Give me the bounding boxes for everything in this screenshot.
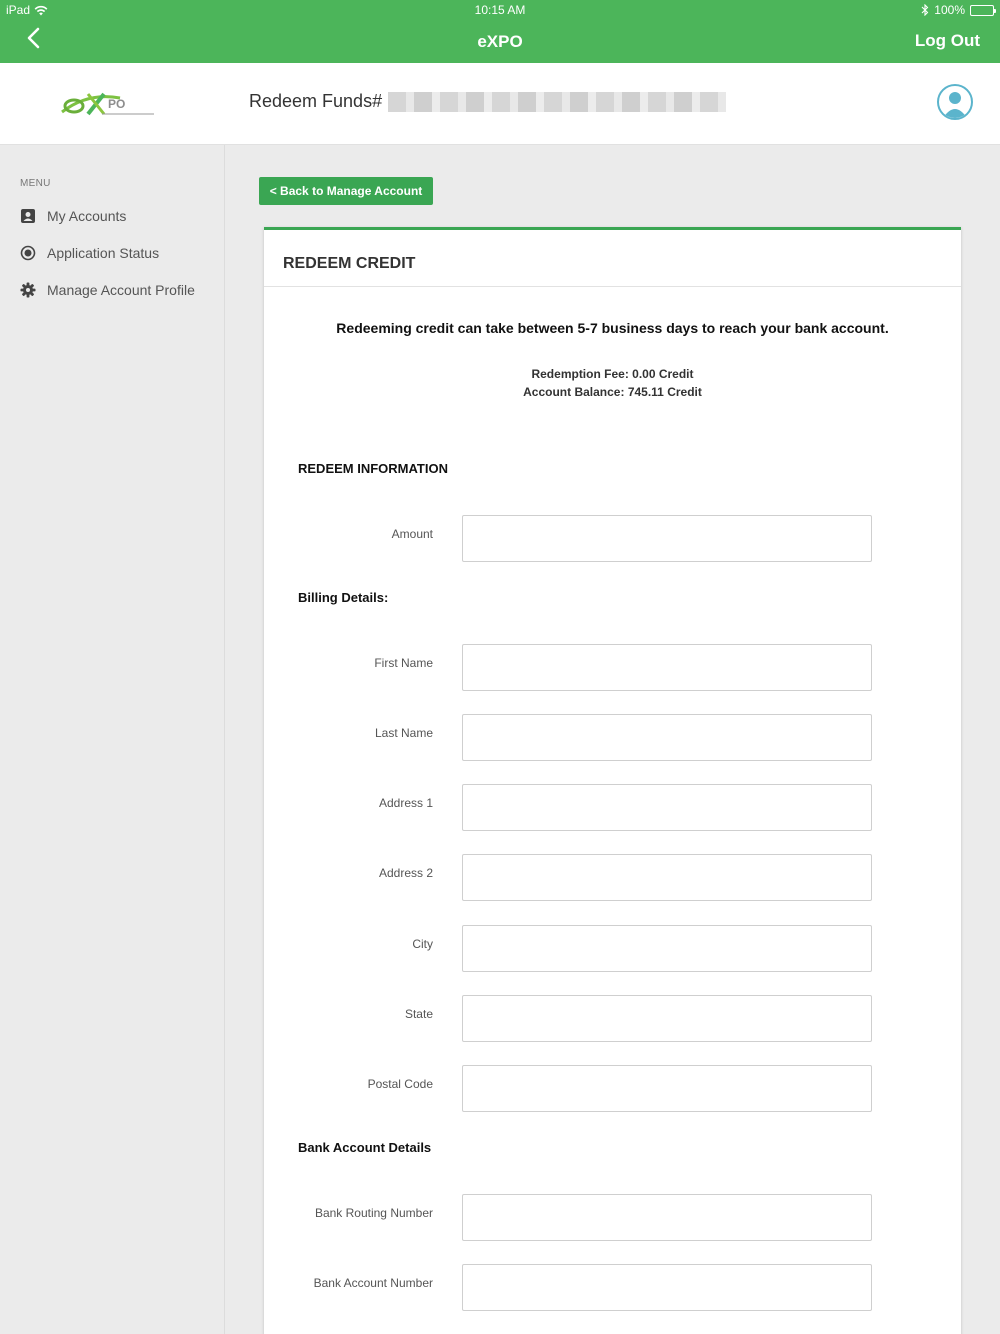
state-label: State (404, 1007, 433, 1021)
state-input[interactable] (462, 995, 872, 1042)
postal-code-input[interactable] (462, 1065, 872, 1112)
gear-icon (20, 282, 36, 298)
avatar[interactable] (937, 84, 973, 120)
sidebar-item-label: My Accounts (47, 208, 127, 224)
svg-text:PO: PO (108, 97, 125, 111)
card-title: REDEEM CREDIT (283, 255, 416, 272)
section-redeem-information: REDEEM INFORMATION (298, 461, 448, 476)
section-billing-details: Billing Details: (298, 590, 389, 605)
sidebar-item-application-status[interactable]: Application Status (20, 245, 159, 261)
nav-title: eXPO (477, 32, 523, 51)
page-title: Redeem Funds# (249, 91, 727, 112)
fee-summary: Redemption Fee: 0.00 Credit Account Bala… (264, 365, 961, 401)
sidebar-item-label: Application Status (47, 245, 160, 261)
divider (264, 286, 961, 287)
battery-icon (970, 4, 996, 16)
last-name-label: Last Name (374, 726, 433, 740)
menu-label: MENU (20, 178, 51, 189)
account-balance: Account Balance: 745.11 Credit (523, 385, 702, 399)
address1-label: Address 1 (378, 796, 433, 810)
status-time: 10:15 AM (474, 3, 526, 17)
processing-notice: Redeeming credit can take between 5-7 bu… (336, 320, 889, 336)
sidebar-item-label: Manage Account Profile (47, 282, 195, 298)
address1-input[interactable] (462, 784, 872, 831)
postal-code-label: Postal Code (367, 1077, 433, 1091)
account-number-input[interactable] (462, 1264, 872, 1311)
account-number-label: Bank Account Number (313, 1276, 433, 1290)
logout-button[interactable]: Log Out (915, 31, 980, 51)
sidebar: MENU My Accounts Application Status Mana… (0, 145, 225, 1334)
expo-logo[interactable]: PO (58, 88, 158, 120)
address2-label: Address 2 (378, 866, 433, 880)
sidebar-item-my-accounts[interactable]: My Accounts (20, 208, 126, 224)
redacted-account-number (388, 91, 727, 112)
amount-input[interactable] (462, 515, 872, 562)
first-name-label: First Name (374, 656, 433, 670)
back-to-manage-account-button[interactable]: < Back to Manage Account (259, 177, 433, 205)
last-name-input[interactable] (462, 714, 872, 761)
sidebar-item-manage-account-profile[interactable]: Manage Account Profile (20, 282, 195, 298)
first-name-input[interactable] (462, 644, 872, 691)
address2-input[interactable] (462, 854, 872, 901)
routing-number-label: Bank Routing Number (314, 1206, 433, 1220)
redemption-fee: Redemption Fee: 0.00 Credit (531, 367, 694, 381)
status-bar: iPad 10:15 AM 100% (0, 3, 1000, 19)
battery-percent: 100% (934, 3, 965, 17)
city-input[interactable] (462, 925, 872, 972)
routing-number-input[interactable] (462, 1194, 872, 1241)
radio-circle-icon (20, 245, 36, 261)
bluetooth-icon (921, 4, 929, 16)
user-icon (943, 92, 967, 118)
page-title-text: Redeem Funds# (249, 91, 383, 111)
navigation-bar: iPad 10:15 AM 100% eXPO Log Out (0, 0, 1000, 63)
redeem-credit-card: REDEEM CREDIT Redeeming credit can take … (264, 227, 961, 1334)
section-bank-account-details: Bank Account Details (298, 1140, 432, 1155)
amount-label: Amount (391, 527, 433, 541)
city-label: City (412, 937, 433, 951)
page-header: PO Redeem Funds# (0, 63, 1000, 145)
account-box-icon (21, 209, 35, 223)
